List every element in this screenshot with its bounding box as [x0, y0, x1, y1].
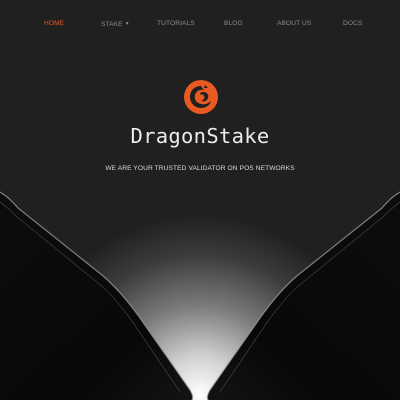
nav-item-stake-label: STAKE [101, 21, 123, 28]
main-nav: HOME STAKE ▼ TUTORIALS BLOG ABOUT US DOCS [0, 17, 400, 31]
nav-item-blog[interactable]: BLOG [224, 17, 243, 31]
nav-item-stake[interactable]: STAKE ▼ [101, 17, 130, 32]
hero-tagline: WE ARE YOUR TRUSTED VALIDATOR ON POS NET… [105, 165, 295, 172]
nav-item-docs[interactable]: DOCS [343, 17, 362, 31]
brand-name: DragonStake [130, 124, 270, 148]
nav-item-tutorials[interactable]: TUTORIALS [157, 17, 195, 31]
nav-item-home[interactable]: HOME [44, 17, 64, 31]
nav-item-about-us[interactable]: ABOUT US [277, 17, 311, 31]
hero-backdrop [0, 0, 400, 400]
landing-page: HOME STAKE ▼ TUTORIALS BLOG ABOUT US DOCS… [0, 0, 400, 400]
chevron-down-icon: ▼ [124, 21, 130, 27]
dragon-icon[interactable] [183, 79, 219, 115]
